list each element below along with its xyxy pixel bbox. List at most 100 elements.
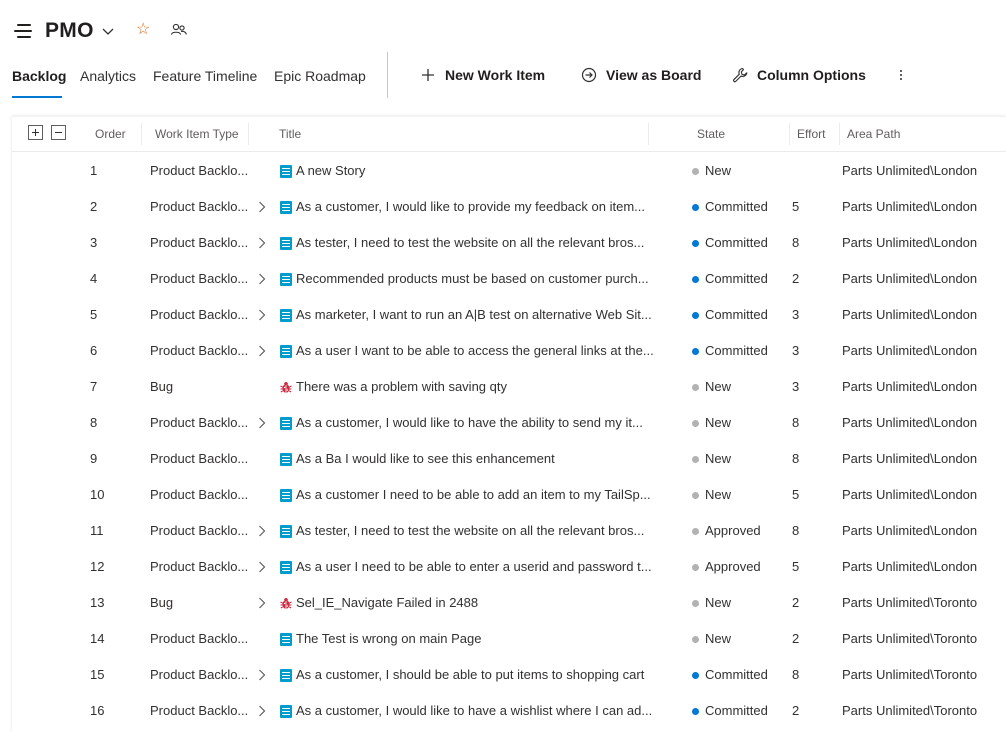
column-header-state[interactable]: State [697,127,725,141]
team-members-icon[interactable] [170,22,188,38]
column-separator[interactable] [839,123,840,145]
work-item-title-link[interactable]: The Test is wrong on main Page [296,621,654,657]
expand-row-chevron-icon[interactable] [258,417,266,429]
effort-cell: 8 [792,667,800,682]
order-cell: 15 [90,667,105,682]
effort-cell: 2 [792,271,800,286]
tab-feature-timeline[interactable]: Feature Timeline [153,68,257,84]
state-cell: New [705,487,732,502]
work-item-title-link[interactable]: As a customer, I should be able to put i… [296,657,654,693]
view-as-board-button[interactable]: View as Board [606,67,701,83]
state-cell: Committed [705,271,768,286]
work-item-title-link[interactable]: As a customer, I would like to have the … [296,405,654,441]
column-header-work-item-type[interactable]: Work Item Type [155,127,239,141]
column-header-order[interactable]: Order [95,127,126,141]
column-options-button[interactable]: Column Options [757,67,866,83]
table-row[interactable]: 9 Product Backlo... As a Ba I would like t… [12,441,1006,477]
wrench-icon[interactable] [731,66,749,84]
add-icon[interactable] [419,66,437,84]
work-item-title-link[interactable]: Sel_IE_Navigate Failed in 2488 [296,585,654,621]
column-separator[interactable] [648,123,649,145]
team-name[interactable]: PMO [45,19,94,43]
area-path-cell: Parts Unlimited\Toronto [842,667,978,682]
tab-backlog[interactable]: Backlog [12,68,66,84]
expand-row-chevron-icon[interactable] [258,561,266,573]
column-separator[interactable] [789,123,790,145]
state-indicator-dot [692,708,699,715]
expand-row-chevron-icon[interactable] [258,597,266,609]
state-cell: Committed [705,307,768,322]
bug-icon [280,381,292,394]
work-item-title-link[interactable]: As a customer, I would like to provide m… [296,189,654,225]
expand-row-chevron-icon[interactable] [258,345,266,357]
table-row[interactable]: 1 Product Backlo... A new Story New Parts Un… [12,153,1006,189]
column-header-title[interactable]: Title [279,127,301,141]
hamburger-menu-icon[interactable] [14,24,32,38]
product-backlog-item-icon [280,201,292,214]
table-row[interactable]: 16 Product Backlo... As a customer, I woul… [12,693,1006,729]
state-cell: Approved [705,559,761,574]
work-item-type-cell: Product Backlo... [150,235,249,250]
table-row[interactable]: 15 Product Backlo... As a customer, I shou… [12,657,1006,693]
state-cell: New [705,379,732,394]
effort-cell: 8 [792,415,800,430]
column-header-area-path[interactable]: Area Path [847,127,900,141]
table-row[interactable]: 12 Product Backlo... As a user I need to b… [12,549,1006,585]
effort-cell: 8 [792,523,800,538]
new-work-item-button[interactable]: New Work Item [445,67,545,83]
table-row[interactable]: 11 Product Backlo... As tester, I need to … [12,513,1006,549]
state-cell: Committed [705,667,768,682]
table-row[interactable]: 3 Product Backlo... As tester, I need to t… [12,225,1006,261]
expand-row-chevron-icon[interactable] [258,525,266,537]
state-cell: Committed [705,703,768,718]
table-row[interactable]: 8 Product Backlo... As a customer, I would… [12,405,1006,441]
backlog-grid: Order Work Item Type Title State Effort … [12,116,1006,732]
area-path-cell: Parts Unlimited\London [842,271,978,286]
work-item-title-link[interactable]: As a Ba I would like to see this enhance… [296,441,654,477]
state-indicator-dot [692,240,699,247]
work-item-title-link[interactable]: There was a problem with saving qty [296,369,654,405]
table-row[interactable]: 10 Product Backlo... As a customer I need … [12,477,1006,513]
work-item-title-link[interactable]: As a customer I need to be able to add a… [296,477,654,513]
work-item-title-link[interactable]: A new Story [296,153,654,189]
table-row[interactable]: 14 Product Backlo... The Test is wrong on … [12,621,1006,657]
view-as-board-icon[interactable] [580,66,598,84]
work-item-title-link[interactable]: As a user I need to be able to enter a u… [296,549,654,585]
expand-row-chevron-icon[interactable] [258,201,266,213]
table-row[interactable]: 5 Product Backlo... As marketer, I want to… [12,297,1006,333]
work-item-type-cell: Product Backlo... [150,703,249,718]
table-row[interactable]: 13 Bug Sel_IE_Navigate Failed in 2488 New 2 P… [12,585,1006,621]
work-item-title-link[interactable]: As a user I want to be able to access th… [296,333,654,369]
work-item-title-link[interactable]: As tester, I need to test the website on… [296,225,654,261]
work-item-title-link[interactable]: Recommended products must be based on cu… [296,261,654,297]
expand-all-button[interactable] [28,125,43,140]
work-item-title-link[interactable]: As tester, I need to test the website on… [296,513,654,549]
more-actions-icon[interactable] [896,66,906,84]
expand-row-chevron-icon[interactable] [258,273,266,285]
work-item-title-link[interactable]: As a customer, I would like to have a wi… [296,693,654,729]
expand-row-chevron-icon[interactable] [258,705,266,717]
table-row[interactable]: 4 Product Backlo... Recommended products m… [12,261,1006,297]
state-indicator-dot [692,168,699,175]
expand-row-chevron-icon[interactable] [258,237,266,249]
product-backlog-item-icon [280,705,292,718]
favorite-star-icon[interactable]: ☆ [136,21,150,39]
order-cell: 14 [90,631,105,646]
expand-row-chevron-icon[interactable] [258,669,266,681]
effort-cell: 2 [792,703,800,718]
state-indicator-dot [692,204,699,211]
table-row[interactable]: 2 Product Backlo... As a customer, I would… [12,189,1006,225]
collapse-all-button[interactable] [51,125,66,140]
tab-epic-roadmap[interactable]: Epic Roadmap [274,68,366,84]
effort-cell: 5 [792,559,800,574]
table-row[interactable]: 7 Bug There was a problem with saving qty N… [12,369,1006,405]
column-separator[interactable] [141,123,142,145]
column-separator[interactable] [248,123,249,145]
tab-analytics[interactable]: Analytics [80,68,136,84]
expand-row-chevron-icon[interactable] [258,309,266,321]
column-header-effort[interactable]: Effort [797,127,825,141]
work-item-title-link[interactable]: As marketer, I want to run an A|B test o… [296,297,654,333]
table-row[interactable]: 6 Product Backlo... As a user I want to be… [12,333,1006,369]
chevron-down-icon[interactable] [101,24,115,38]
order-cell: 16 [90,703,105,718]
